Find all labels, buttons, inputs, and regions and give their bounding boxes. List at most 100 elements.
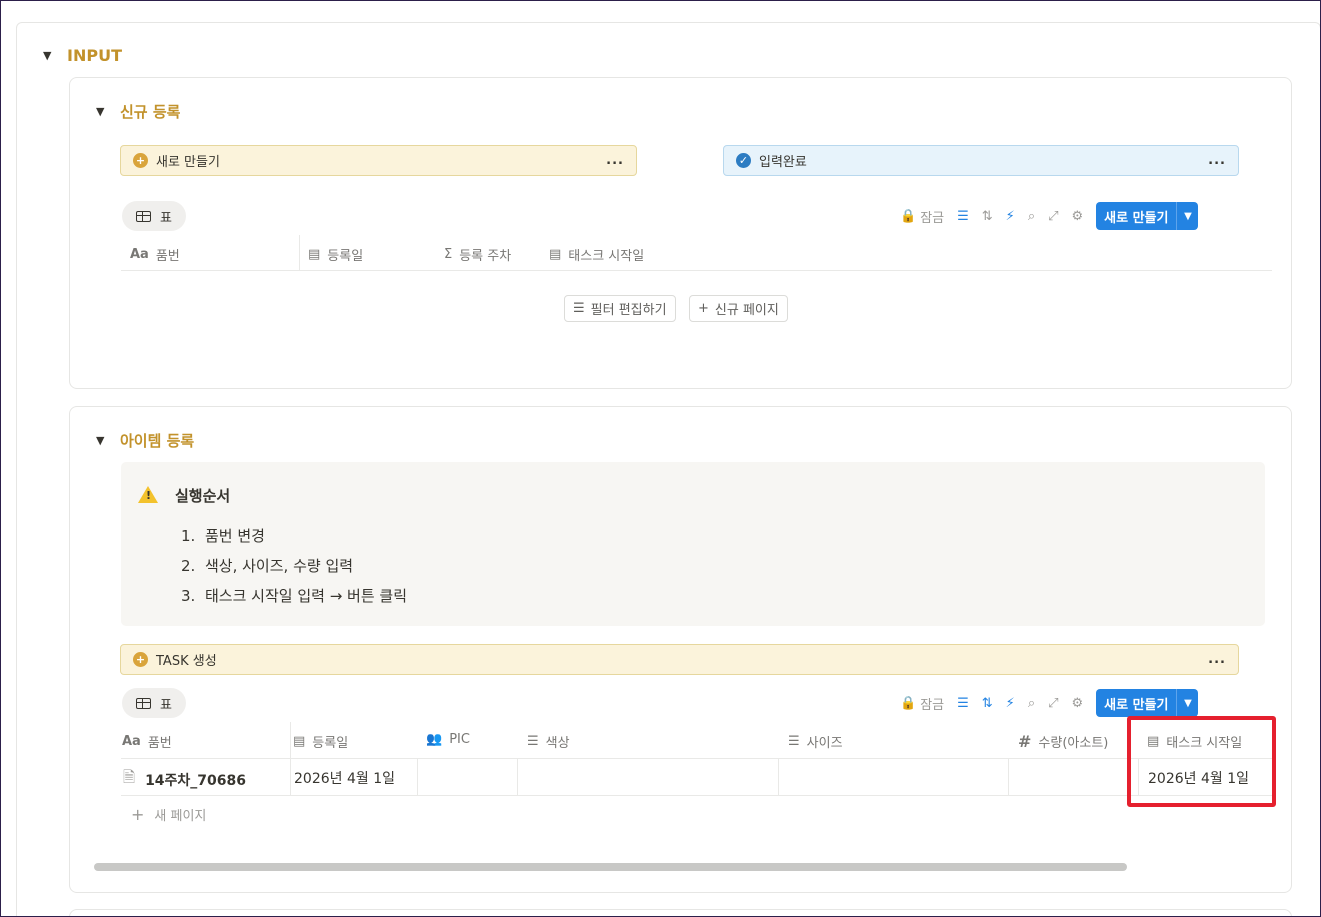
sort-icon[interactable]: ⇅ [982, 696, 993, 711]
input-done-label: 입력완료 [759, 155, 807, 170]
chevron-down-icon[interactable]: ▼ [1176, 202, 1198, 230]
toggle-triangle-icon[interactable]: ▼ [43, 49, 55, 62]
column-label: PIC [449, 732, 470, 747]
expand-icon[interactable]: ⤢ [1048, 696, 1058, 711]
view-tab-table[interactable]: 표 [122, 201, 186, 231]
toggle-triangle-icon[interactable]: ▼ [96, 105, 108, 118]
column-header-task-start[interactable]: ▤ 태스크 시작일 [549, 245, 644, 264]
input-done-button[interactable]: ✓ 입력완료 ... [723, 145, 1239, 176]
instruction-callout: ! 실행순서 1. 품번 변경 2. 색상, 사이즈, 수량 입력 3. 태스크 시작… [121, 462, 1265, 626]
plus-icon: + [698, 301, 709, 316]
input-title: INPUT [67, 46, 122, 65]
row-title-cell[interactable]: 🗎 14주차_70686 [123, 767, 246, 792]
calendar-icon: ▤ [293, 734, 306, 749]
new-record-button[interactable]: 새로 만들기 ▼ [1096, 689, 1199, 717]
new-registration-title: 신규 등록 [120, 103, 181, 121]
search-icon[interactable]: ⌕ [1028, 209, 1035, 224]
lock-button[interactable]: 🔒 잠금 [900, 694, 944, 713]
column-label: 등록 주차 [459, 249, 512, 264]
input-toggle[interactable]: ▼ INPUT [43, 46, 122, 65]
step-number: 2. [181, 557, 196, 575]
edit-filter-button[interactable]: ☰ 필터 편집하기 [564, 295, 676, 322]
column-header-pic[interactable]: 👥 PIC [426, 732, 470, 747]
row-reg-date-cell[interactable]: 2026년 4월 1일 [294, 768, 395, 788]
text-type-icon: Aa [130, 247, 149, 262]
item-registration-toggle[interactable]: ▼ 아이템 등록 [96, 430, 194, 451]
list-item: 1. 품번 변경 [181, 525, 265, 546]
page-document-icon: 🗎 [123, 768, 136, 786]
new-record-label: 새로 만들기 [1104, 697, 1169, 713]
calendar-icon: ▤ [549, 247, 562, 262]
warning-icon: ! [138, 486, 158, 503]
number-type-icon: # [1018, 732, 1032, 751]
more-menu-icon[interactable]: ... [606, 153, 624, 168]
new-registration-toggle[interactable]: ▼ 신규 등록 [96, 101, 180, 122]
column-divider [299, 235, 300, 271]
list-item: 2. 색상, 사이즈, 수량 입력 [181, 555, 353, 576]
column-header-part-no[interactable]: Aa 품번 [130, 245, 180, 264]
sort-icon[interactable]: ⇅ [982, 209, 993, 224]
table-header-divider [121, 758, 1272, 759]
calendar-icon: ▤ [308, 247, 321, 262]
column-label: 품번 [147, 736, 172, 751]
create-new-label: 새로 만들기 [156, 155, 220, 170]
column-label: 등록일 [327, 249, 364, 264]
column-label: 수량(아소트) [1038, 736, 1109, 751]
column-divider [417, 758, 418, 795]
column-label: 등록일 [312, 736, 349, 751]
table-row-divider [121, 795, 1272, 796]
lock-button[interactable]: 🔒 잠금 [900, 207, 944, 226]
column-label: 색상 [545, 736, 570, 751]
column-divider [778, 758, 779, 795]
add-new-page-row[interactable]: + 새 페이지 [131, 805, 206, 824]
lock-label: 잠금 [920, 697, 945, 713]
column-label: 사이즈 [806, 736, 843, 751]
row-title: 14주차_70686 [145, 772, 247, 789]
step-text: 품번 변경 [205, 527, 265, 545]
chevron-down-icon[interactable]: ▼ [1176, 689, 1198, 717]
column-label: 태스크 시작일 [568, 249, 645, 264]
settings-sliders-icon[interactable]: ⚙ [1072, 696, 1084, 711]
column-divider [1008, 758, 1009, 795]
plus-icon: + [131, 805, 145, 824]
plus-circle-icon: + [133, 652, 148, 667]
settings-sliders-icon[interactable]: ⚙ [1072, 209, 1084, 224]
lock-label: 잠금 [920, 210, 945, 226]
column-header-size[interactable]: ☰ 사이즈 [788, 732, 843, 751]
horizontal-scrollbar[interactable] [94, 863, 1127, 871]
lock-icon: 🔒 [900, 208, 917, 224]
new-page-button[interactable]: + 신규 페이지 [689, 295, 788, 322]
column-divider [290, 722, 291, 796]
create-task-button[interactable]: + TASK 생성 ... [120, 644, 1239, 675]
view-tab-label: 표 [160, 210, 172, 226]
view-tab-table[interactable]: 표 [122, 688, 186, 718]
expand-icon[interactable]: ⤢ [1048, 209, 1058, 224]
text-type-icon: Aa [122, 734, 141, 749]
table-header-divider [121, 270, 1272, 271]
automation-bolt-icon[interactable]: ⚡ [1006, 696, 1015, 711]
list-icon: ☰ [527, 734, 539, 749]
view-tab-label: 표 [160, 697, 172, 713]
plus-circle-icon: + [133, 153, 148, 168]
column-header-color[interactable]: ☰ 색상 [527, 732, 570, 751]
column-header-part-no[interactable]: Aa 품번 [122, 732, 172, 751]
new-record-button[interactable]: 새로 만들기 ▼ [1096, 202, 1199, 230]
sigma-icon: Σ [444, 247, 453, 262]
filter-icon[interactable]: ☰ [957, 209, 969, 224]
column-header-reg-week[interactable]: Σ 등록 주차 [444, 245, 511, 264]
column-header-reg-date[interactable]: ▤ 등록일 [308, 245, 363, 264]
column-header-reg-date[interactable]: ▤ 등록일 [293, 732, 348, 751]
search-icon[interactable]: ⌕ [1028, 696, 1035, 711]
toggle-triangle-icon[interactable]: ▼ [96, 434, 108, 447]
automation-bolt-icon[interactable]: ⚡ [1006, 209, 1015, 224]
filter-icon[interactable]: ☰ [957, 696, 969, 711]
lock-icon: 🔒 [900, 695, 917, 711]
more-menu-icon[interactable]: ... [1208, 153, 1226, 168]
more-menu-icon[interactable]: ... [1208, 652, 1226, 667]
new-page-label: 신규 페이지 [714, 303, 779, 318]
create-new-button[interactable]: + 새로 만들기 ... [120, 145, 637, 176]
notion-page: ▼ INPUT ▼ 신규 등록 + 새로 만들기 ... ✓ 입력완료 ... … [1, 1, 1320, 916]
database-toolbar: 🔒 잠금 ☰ ⇅ ⚡ ⌕ ⤢ ⚙ 새로 만들기 ▼ [900, 689, 1199, 717]
column-header-quantity[interactable]: # 수량(아소트) [1018, 732, 1108, 751]
item-registration-title: 아이템 등록 [120, 432, 195, 450]
